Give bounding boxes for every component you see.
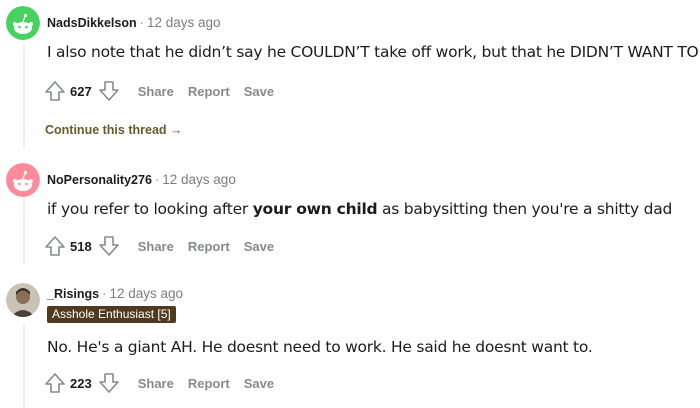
username[interactable]: NoPersonality276 [47,173,152,187]
vote-score: 223 [70,375,92,391]
timestamp[interactable]: 12 days ago [109,286,183,301]
arrow-right-icon: → [170,123,183,137]
avatar[interactable] [6,6,40,40]
user-flair-badge: Asshole Enthusiast [5] [47,306,176,323]
continue-thread-link[interactable]: Continue this thread → [45,123,183,137]
downvote-arrow-icon[interactable] [98,235,120,257]
separator-dot: · [139,15,144,30]
report-button[interactable]: Report [188,376,230,391]
report-button[interactable]: Report [188,84,230,99]
comment-text: as babysitting then you're a shitty dad [377,200,673,218]
comment-actions: 518 Share Report Save [44,235,274,257]
report-button[interactable]: Report [188,239,230,254]
upvote-arrow-icon[interactable] [44,372,66,394]
snoo-avatar-icon [6,163,40,197]
save-button[interactable]: Save [244,84,274,99]
continue-thread-label: Continue this thread [45,123,167,137]
comment: NoPersonality276 · 12 days ago if you refe… [0,158,700,268]
share-button[interactable]: Share [138,84,174,99]
comment-meta: NadsDikkelson · 12 days ago [47,15,221,30]
comment-body: No. He's a giant AH. He doesnt need to w… [47,338,593,356]
comment-actions: 223 Share Report Save [44,372,274,394]
snoo-avatar-icon [6,6,40,40]
save-button[interactable]: Save [244,239,274,254]
vote-score: 518 [70,238,92,254]
comment-meta: NoPersonality276 · 12 days ago [47,172,236,187]
separator-dot: · [154,172,160,187]
share-button[interactable]: Share [138,376,174,391]
downvote-arrow-icon[interactable] [98,80,120,102]
comment: NadsDikkelson · 12 days ago I also note th… [0,0,700,150]
avatar[interactable] [6,283,40,317]
comment-meta: _Risings · 12 days ago [47,286,183,301]
share-button[interactable]: Share [138,239,174,254]
avatar[interactable] [6,163,40,197]
username[interactable]: _Risings [47,287,99,301]
user-photo-avatar-icon [6,283,40,317]
comment: _Risings · 12 days ago Asshole Enthusiast … [0,280,700,408]
comment-text: if you refer to looking after [47,200,253,218]
downvote-arrow-icon[interactable] [98,372,120,394]
timestamp[interactable]: 12 days ago [162,172,236,187]
upvote-arrow-icon[interactable] [44,235,66,257]
separator-dot: · [102,286,107,301]
username[interactable]: NadsDikkelson [47,16,137,30]
upvote-arrow-icon[interactable] [44,80,66,102]
save-button[interactable]: Save [244,376,274,391]
comment-text: I also note that he didn’t say he COULDN… [47,43,699,61]
comment-text: No. He's a giant AH. He doesnt need to w… [47,338,593,356]
vote-score: 627 [70,83,92,99]
timestamp[interactable]: 12 days ago [147,15,221,30]
comment-body: if you refer to looking after your own c… [47,200,672,218]
comment-text-bold: your own child [252,200,378,218]
comment-actions: 627 Share Report Save [44,80,274,102]
comment-body: I also note that he didn’t say he COULDN… [47,43,699,61]
